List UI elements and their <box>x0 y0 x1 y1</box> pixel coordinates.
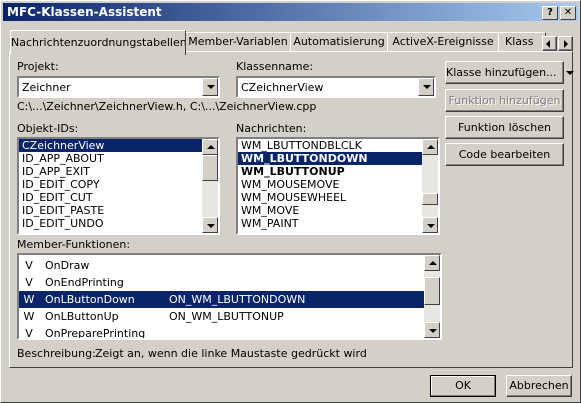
list-item[interactable]: ID_EDIT_PASTE <box>19 204 218 217</box>
tab-label: ActiveX-Ereignisse <box>392 35 494 48</box>
tab-member-variables[interactable]: Member-Variablen <box>185 32 291 51</box>
tab-scroll-right-button[interactable] <box>558 36 573 51</box>
classname-value: CZeichnerView <box>241 81 324 94</box>
ok-button[interactable]: OK <box>430 375 496 397</box>
list-item[interactable]: WM_LBUTTONDBLCLK <box>238 139 438 152</box>
scroll-up-button[interactable] <box>202 139 218 155</box>
scroll-thumb[interactable] <box>202 155 218 181</box>
messages-label: Nachrichten: <box>236 122 307 135</box>
cancel-label: Abbrechen <box>509 379 569 392</box>
description-text: Zeigt an, wenn die linke Maustaste gedrü… <box>95 347 367 360</box>
help-button[interactable]: ? <box>542 6 558 20</box>
scroll-thumb[interactable] <box>424 277 440 305</box>
member-handler: ON_WM_LBUTTONDOWN <box>169 293 306 306</box>
project-label: Projekt: <box>17 60 59 73</box>
scroll-down-button[interactable] <box>424 322 440 338</box>
project-value: Zeichner <box>22 81 71 94</box>
member-name: OnEndPrinting <box>45 276 124 289</box>
delete-function-label: Funktion löschen <box>458 121 551 134</box>
member-name: OnLButtonDown <box>45 293 135 306</box>
member-name: OnLButtonUp <box>45 310 119 323</box>
list-item[interactable]: WM_MOVE <box>238 204 438 217</box>
arrow-left-icon <box>546 40 550 48</box>
member-handler: ON_WM_LBUTTONUP <box>169 310 284 323</box>
scroll-up-button[interactable] <box>422 139 438 155</box>
ok-label: OK <box>455 379 471 392</box>
table-row[interactable]: V OnDraw <box>19 257 440 274</box>
add-function-button[interactable]: Funktion hinzufügen <box>445 89 564 112</box>
object-ids-scrollbar[interactable] <box>202 139 218 233</box>
list-item[interactable]: ID_EDIT_CUT <box>19 191 218 204</box>
file-path: C:\...\Zeichner\ZeichnerView.h, C:\...\Z… <box>17 100 317 113</box>
tab-activex-events[interactable]: ActiveX-Ereignisse <box>387 32 499 51</box>
window-title: MFC-Klassen-Assistent <box>7 5 162 19</box>
member-name: OnPreparePrinting <box>45 327 146 340</box>
table-row[interactable]: V OnEndPrinting <box>19 274 440 291</box>
member-functions-scrollbar[interactable] <box>424 255 440 338</box>
tab-label: Klass <box>505 35 534 48</box>
table-row[interactable]: W OnLButtonDown ON_WM_LBUTTONDOWN <box>19 291 440 308</box>
object-ids-list[interactable]: CZeichnerView ID_APP_ABOUT ID_APP_EXIT I… <box>17 137 220 235</box>
description-label: Beschreibung: <box>17 347 96 360</box>
mfc-class-wizard-dialog: MFC-Klassen-Assistent ? ✕ Nachrichtenzuo… <box>0 0 581 403</box>
object-ids-label: Objekt-IDs: <box>17 122 79 135</box>
member-kind: V <box>25 259 33 272</box>
member-kind: V <box>25 327 33 340</box>
list-item[interactable]: CZeichnerView <box>19 139 218 152</box>
chevron-down-icon <box>566 71 575 75</box>
list-item[interactable]: ID_EDIT_COPY <box>19 178 218 191</box>
scroll-thumb[interactable] <box>422 193 438 205</box>
tab-label: Nachrichtenzuordnungstabellen <box>11 36 186 49</box>
scroll-down-button[interactable] <box>202 217 218 233</box>
list-item[interactable]: WM_MOUSEMOVE <box>238 178 438 191</box>
add-function-label: Funktion hinzufügen <box>448 94 561 107</box>
tab-scroll-left-button[interactable] <box>542 36 557 51</box>
delete-function-button[interactable]: Funktion löschen <box>445 116 564 139</box>
member-name: OnDraw <box>45 259 90 272</box>
table-row[interactable]: V OnPreparePrinting <box>19 325 440 340</box>
messages-scrollbar[interactable] <box>422 139 438 233</box>
chevron-down-icon[interactable] <box>418 78 434 96</box>
edit-code-button[interactable]: Code bearbeiten <box>445 143 564 166</box>
tab-class-info[interactable]: Klass <box>498 32 546 51</box>
list-item[interactable]: ID_APP_ABOUT <box>19 152 218 165</box>
title-bar[interactable]: MFC-Klassen-Assistent ? ✕ <box>3 3 578 21</box>
chevron-down-icon[interactable] <box>202 78 218 96</box>
member-functions-label: Member-Funktionen: <box>17 238 131 251</box>
project-combo[interactable]: Zeichner <box>17 76 220 98</box>
close-button[interactable]: ✕ <box>560 6 576 20</box>
classname-label: Klassenname: <box>236 60 314 73</box>
table-row[interactable]: W OnLButtonUp ON_WM_LBUTTONUP <box>19 308 440 325</box>
scroll-down-button[interactable] <box>422 217 438 233</box>
member-kind: W <box>23 310 35 323</box>
tab-label: Automatisierung <box>293 35 385 48</box>
scroll-up-button[interactable] <box>424 255 440 271</box>
add-class-label: Klasse hinzufügen... <box>446 66 557 79</box>
member-functions-list[interactable]: V OnDraw V OnEndPrinting W OnLButtonDown… <box>17 253 442 340</box>
add-class-button[interactable]: Klasse hinzufügen... <box>445 61 575 84</box>
list-item[interactable]: WM_PAINT <box>238 217 438 230</box>
tab-message-maps[interactable]: Nachrichtenzuordnungstabellen <box>10 30 186 55</box>
arrow-right-icon <box>564 40 568 48</box>
member-kind: W <box>23 293 35 306</box>
list-item[interactable]: WM_LBUTTONDOWN <box>238 152 438 165</box>
member-kind: V <box>25 276 33 289</box>
tab-automation[interactable]: Automatisierung <box>290 32 388 51</box>
list-item[interactable]: ID_EDIT_UNDO <box>19 217 218 230</box>
list-item[interactable]: WM_MOUSEWHEEL <box>238 191 438 204</box>
edit-code-label: Code bearbeiten <box>458 148 551 161</box>
classname-combo[interactable]: CZeichnerView <box>236 76 436 98</box>
cancel-button[interactable]: Abbrechen <box>506 375 572 397</box>
messages-list[interactable]: WM_LBUTTONDBLCLK WM_LBUTTONDOWN WM_LBUTT… <box>236 137 440 235</box>
tab-label: Member-Variablen <box>188 35 288 48</box>
list-item[interactable]: ID_APP_EXIT <box>19 165 218 178</box>
list-item[interactable]: WM_LBUTTONUP <box>238 165 438 178</box>
